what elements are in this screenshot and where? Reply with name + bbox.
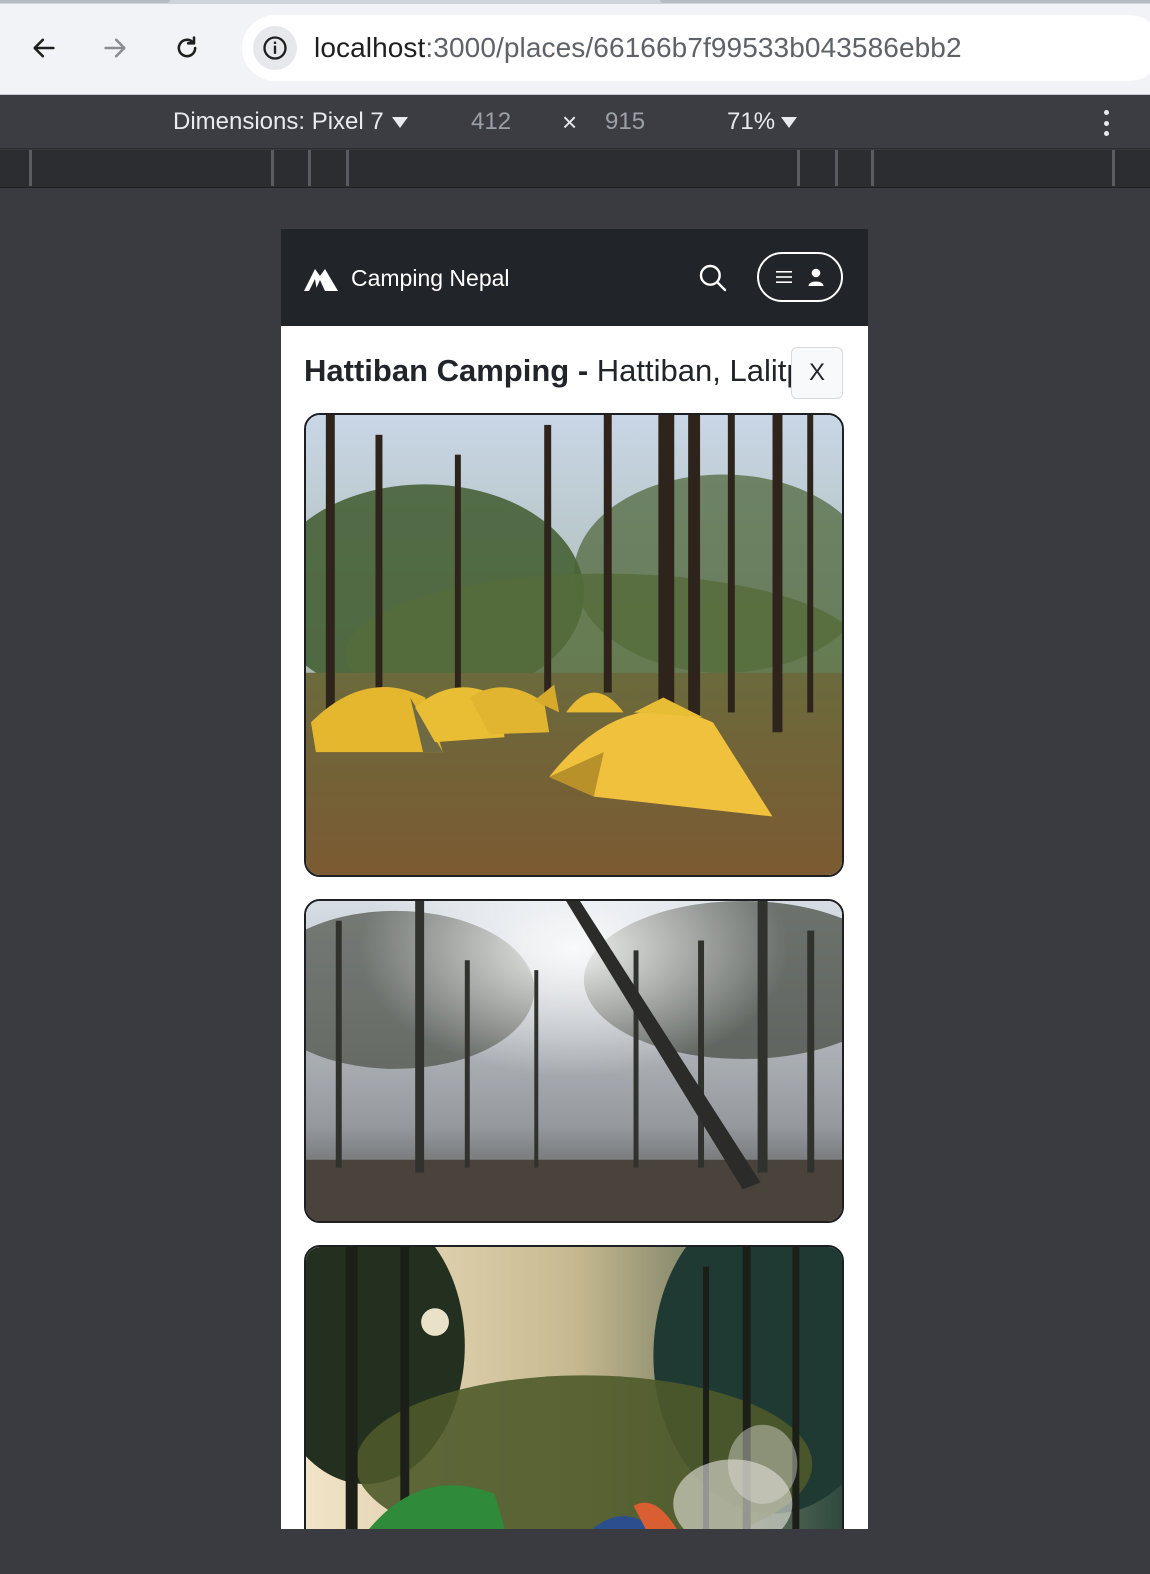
place-header: Hattiban Camping - Hattiban, Lalitpur X bbox=[304, 347, 844, 399]
misty-forest-image bbox=[306, 901, 842, 1221]
site-navbar: Camping Nepal bbox=[281, 229, 868, 326]
zoom-label: 71% bbox=[727, 108, 776, 135]
media-query-marker[interactable] bbox=[871, 150, 874, 186]
reload-icon bbox=[177, 36, 197, 58]
url-path: :3000/places/66166b7f99533b043586ebb2 bbox=[425, 32, 962, 63]
width-input[interactable]: 412 bbox=[471, 108, 511, 136]
forward-button[interactable] bbox=[93, 26, 137, 70]
times-icon: × bbox=[562, 107, 578, 137]
media-query-marker[interactable] bbox=[797, 150, 800, 186]
campfire-forest-image bbox=[306, 1247, 842, 1529]
reload-button[interactable] bbox=[165, 26, 209, 70]
user-icon bbox=[808, 268, 824, 286]
back-button[interactable] bbox=[22, 26, 66, 70]
media-query-marker[interactable] bbox=[835, 150, 838, 186]
media-query-marker[interactable] bbox=[1112, 150, 1115, 186]
zoom-select[interactable]: 71% bbox=[727, 108, 798, 136]
url-host: localhost bbox=[314, 32, 426, 63]
place-name: Hattiban Camping bbox=[304, 353, 570, 388]
title-separator: - bbox=[569, 353, 597, 388]
site-info-button[interactable] bbox=[253, 26, 297, 70]
tab-edge bbox=[0, 0, 170, 3]
device-select[interactable]: Dimensions: Pixel 7 bbox=[173, 108, 408, 136]
place-photo[interactable] bbox=[304, 413, 844, 877]
place-photo[interactable] bbox=[304, 899, 844, 1223]
media-query-marker[interactable] bbox=[271, 150, 274, 186]
media-query-marker[interactable] bbox=[29, 150, 32, 186]
hamburger-icon bbox=[776, 271, 792, 283]
user-menu-button[interactable] bbox=[757, 252, 843, 302]
media-query-marker[interactable] bbox=[346, 150, 349, 186]
caret-down-icon bbox=[391, 116, 408, 128]
media-query-bar[interactable] bbox=[0, 150, 1150, 188]
info-icon bbox=[263, 36, 287, 60]
caret-down-icon bbox=[781, 116, 798, 128]
place-photo[interactable] bbox=[304, 1245, 844, 1529]
device-select-label: Dimensions: Pixel 7 bbox=[173, 108, 384, 135]
height-input[interactable]: 915 bbox=[605, 108, 645, 136]
search-icon bbox=[699, 264, 727, 292]
arrow-right-icon bbox=[104, 38, 126, 58]
more-options-icon[interactable] bbox=[1096, 108, 1116, 138]
search-button[interactable] bbox=[695, 260, 731, 296]
place-title: Hattiban Camping - Hattiban, Lalitpur bbox=[304, 353, 831, 389]
close-button[interactable]: X bbox=[791, 347, 843, 399]
address-bar[interactable]: localhost:3000/places/66166b7f99533b0435… bbox=[242, 15, 1150, 81]
device-toolbar: Dimensions: Pixel 7 412 × 915 71% bbox=[0, 96, 1150, 149]
brand-name: Camping Nepal bbox=[351, 265, 510, 291]
media-query-marker[interactable] bbox=[308, 150, 311, 186]
tab-edge bbox=[660, 0, 1150, 3]
brand-link[interactable]: Camping Nepal bbox=[303, 265, 510, 292]
tents-forest-image bbox=[306, 415, 842, 875]
browser-toolbar: localhost:3000/places/66166b7f99533b0435… bbox=[0, 0, 1150, 95]
arrow-left-icon bbox=[33, 38, 55, 58]
device-viewport: Camping Nepal Hattiban Camping - Hattiba… bbox=[281, 229, 868, 1529]
url-text: localhost:3000/places/66166b7f99533b0435… bbox=[314, 32, 962, 64]
tent-logo-icon bbox=[304, 268, 338, 291]
